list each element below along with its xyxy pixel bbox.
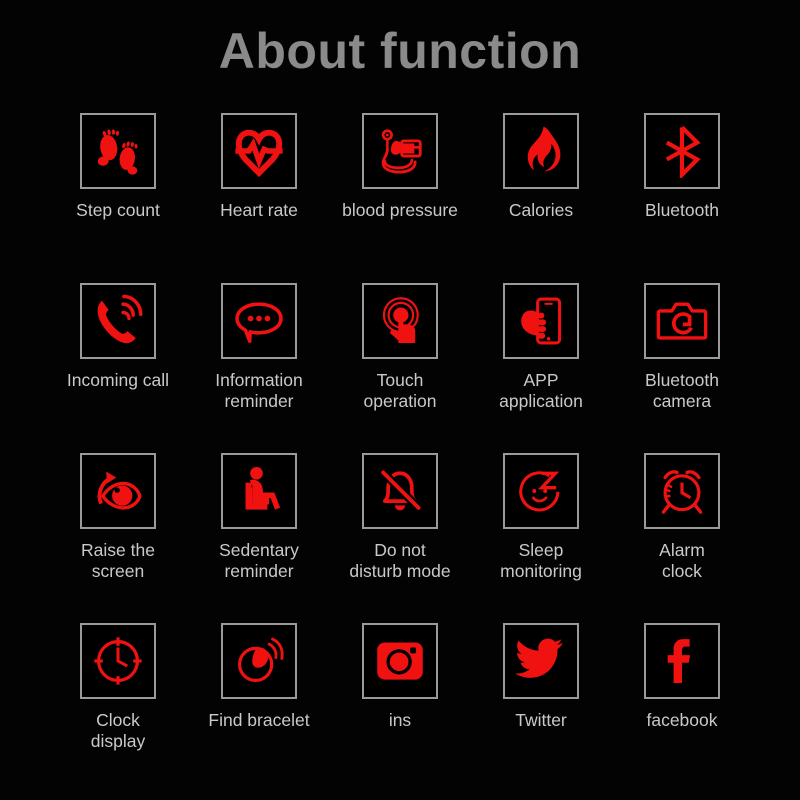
bracelet-signal-icon [232, 634, 286, 688]
function-item-clock-display[interactable]: Clock display [48, 623, 189, 793]
function-item-label: facebook [646, 710, 718, 730]
function-item-label: Information reminder [215, 370, 303, 411]
touch-hand-icon [373, 294, 427, 348]
function-item-label: Clock display [90, 710, 146, 751]
function-item-label: Sedentary reminder [219, 540, 299, 581]
function-item-find-bracelet[interactable]: Find bracelet [189, 623, 330, 793]
blood-pressure-monitor-icon [373, 124, 427, 178]
seated-person-icon [232, 464, 286, 518]
function-grid: Step count Heart rate blood pressure Cal… [0, 113, 800, 793]
flame-icon [514, 124, 568, 178]
function-item-label: Do not disturb mode [349, 540, 451, 581]
function-item-label: Bluetooth camera [645, 370, 719, 411]
icon-box[interactable] [80, 283, 156, 359]
icon-box[interactable] [80, 453, 156, 529]
function-item-blood-pressure[interactable]: blood pressure [330, 113, 471, 283]
icon-box[interactable] [80, 113, 156, 189]
icon-box[interactable] [362, 283, 438, 359]
function-item-label: Raise the screen [81, 540, 155, 581]
icon-box[interactable] [221, 623, 297, 699]
eye-rotate-icon [91, 464, 145, 518]
function-item-ins[interactable]: ins [330, 623, 471, 793]
function-item-sedentary-reminder[interactable]: Sedentary reminder [189, 453, 330, 623]
function-item-label: blood pressure [342, 200, 458, 220]
ringing-phone-icon [91, 294, 145, 348]
function-item-twitter[interactable]: Twitter [471, 623, 612, 793]
icon-box[interactable] [221, 113, 297, 189]
function-item-label: ins [388, 710, 412, 730]
bell-slash-icon [373, 464, 427, 518]
function-item-touch-operation[interactable]: Touch operation [330, 283, 471, 453]
sleep-face-z-icon [514, 464, 568, 518]
function-item-label: Heart rate [220, 200, 298, 220]
function-item-label: Calories [508, 200, 574, 220]
function-item-label: Step count [76, 200, 160, 220]
icon-box[interactable] [221, 453, 297, 529]
function-item-do-not-disturb[interactable]: Do not disturb mode [330, 453, 471, 623]
function-item-heart-rate[interactable]: Heart rate [189, 113, 330, 283]
function-item-label: Twitter [515, 710, 567, 730]
bluetooth-icon [655, 124, 709, 178]
icon-box[interactable] [362, 113, 438, 189]
icon-box[interactable] [644, 283, 720, 359]
function-item-app-application[interactable]: APP application [471, 283, 612, 453]
alarm-clock-icon [655, 464, 709, 518]
icon-box[interactable] [80, 623, 156, 699]
heart-pulse-icon [232, 124, 286, 178]
function-item-raise-the-screen[interactable]: Raise the screen [48, 453, 189, 623]
function-item-label: Incoming call [66, 370, 170, 390]
page-title: About function [218, 23, 582, 79]
clock-icon [91, 634, 145, 688]
function-item-label: Find bracelet [208, 710, 310, 730]
function-item-information-reminder[interactable]: Information reminder [189, 283, 330, 453]
instagram-icon [373, 634, 427, 688]
footprints-icon [91, 124, 145, 178]
function-item-calories[interactable]: Calories [471, 113, 612, 283]
icon-box[interactable] [362, 623, 438, 699]
function-item-label: Sleep monitoring [500, 540, 582, 581]
camera-icon [655, 294, 709, 348]
hand-holding-phone-icon [514, 294, 568, 348]
facebook-f-icon [655, 634, 709, 688]
icon-box[interactable] [503, 283, 579, 359]
twitter-bird-icon [514, 634, 568, 688]
function-item-label: Bluetooth [645, 200, 719, 220]
icon-box[interactable] [503, 113, 579, 189]
about-function-page: About function Step count Heart rate blo… [0, 0, 800, 800]
icon-box[interactable] [362, 453, 438, 529]
icon-box[interactable] [503, 453, 579, 529]
function-item-label: APP application [499, 370, 583, 411]
speech-bubble-icon [232, 294, 286, 348]
function-item-label: Alarm clock [659, 540, 705, 581]
function-item-incoming-call[interactable]: Incoming call [48, 283, 189, 453]
icon-box[interactable] [644, 453, 720, 529]
function-item-bluetooth-camera[interactable]: Bluetooth camera [612, 283, 753, 453]
function-item-facebook[interactable]: facebook [612, 623, 753, 793]
function-item-label: Touch operation [363, 370, 437, 411]
icon-box[interactable] [503, 623, 579, 699]
function-item-sleep-monitoring[interactable]: Sleep monitoring [471, 453, 612, 623]
function-item-alarm-clock[interactable]: Alarm clock [612, 453, 753, 623]
icon-box[interactable] [221, 283, 297, 359]
function-item-step-count[interactable]: Step count [48, 113, 189, 283]
icon-box[interactable] [644, 623, 720, 699]
icon-box[interactable] [644, 113, 720, 189]
function-item-bluetooth[interactable]: Bluetooth [612, 113, 753, 283]
